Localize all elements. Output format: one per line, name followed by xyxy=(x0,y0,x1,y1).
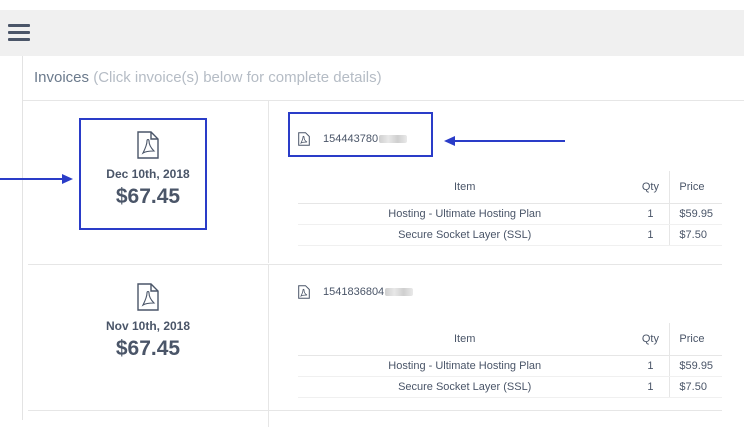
invoice-row: Nov 10th, 2018 $67.45 1541836804 Item Qt… xyxy=(28,264,722,427)
table-row: Hosting - Ultimate Hosting Plan 1 $59.95 xyxy=(298,355,722,377)
table-row: Hosting - Ultimate Hosting Plan 1 $59.95 xyxy=(298,203,722,225)
pdf-file-icon xyxy=(137,283,159,311)
item-price: $7.50 xyxy=(669,224,722,246)
panel-title-text: Invoices xyxy=(34,69,90,86)
redacted-text xyxy=(385,288,414,296)
item-price: $7.50 xyxy=(669,376,722,398)
panel-hint: (Click invoice(s) below for complete det… xyxy=(93,69,382,86)
invoice-amount: $67.45 xyxy=(115,337,181,360)
item-name: Hosting - Ultimate Hosting Plan xyxy=(298,203,632,225)
table-row: Secure Socket Layer (SSL) 1 $7.50 xyxy=(298,224,722,246)
column-header-item: Item xyxy=(298,171,632,204)
invoice-items-table: Item Qty Price Hosting - Ultimate Hostin… xyxy=(298,171,722,246)
column-header-qty: Qty xyxy=(631,323,671,356)
panel-title: Invoices (Click invoice(s) below for com… xyxy=(34,69,382,86)
table-row: Secure Socket Layer (SSL) 1 $7.50 xyxy=(298,376,722,398)
table-header-row: Item Qty Price xyxy=(298,171,722,204)
panel-header: Invoices (Click invoice(s) below for com… xyxy=(23,56,744,101)
item-qty: 1 xyxy=(631,376,671,398)
table-header-row: Item Qty Price xyxy=(298,323,722,356)
arrow-left-icon xyxy=(444,136,565,146)
invoice-number-link[interactable]: 1541836804 xyxy=(298,285,414,299)
column-header-price: Price xyxy=(669,171,722,204)
invoice-summary[interactable]: Nov 10th, 2018 $67.45 xyxy=(28,283,268,361)
invoice-date: Nov 10th, 2018 xyxy=(105,319,191,333)
item-name: Secure Socket Layer (SSL) xyxy=(298,224,632,246)
arrow-right-icon xyxy=(0,174,73,184)
hamburger-icon[interactable] xyxy=(8,24,30,42)
column-header-qty: Qty xyxy=(631,171,671,204)
pdf-file-icon xyxy=(298,285,310,299)
invoice-items-table: Item Qty Price Hosting - Ultimate Hostin… xyxy=(298,323,722,398)
invoice-summary-column: Nov 10th, 2018 $67.45 xyxy=(28,265,269,427)
item-price: $59.95 xyxy=(669,203,722,225)
top-bar xyxy=(0,0,744,10)
item-name: Secure Socket Layer (SSL) xyxy=(298,376,632,398)
highlight-box xyxy=(79,118,207,230)
header-bar xyxy=(0,10,744,56)
highlight-box xyxy=(288,112,433,157)
invoice-detail-column: 1541836804 Item Qty Price Hosting - Ulti… xyxy=(269,265,722,427)
item-name: Hosting - Ultimate Hosting Plan xyxy=(298,355,632,377)
item-price: $59.95 xyxy=(669,355,722,377)
invoice-number: 1541836804 xyxy=(323,286,385,298)
column-header-item: Item xyxy=(298,323,632,356)
item-qty: 1 xyxy=(631,355,671,377)
item-qty: 1 xyxy=(631,203,671,225)
item-qty: 1 xyxy=(631,224,671,246)
invoice-row xyxy=(28,410,722,421)
column-header-price: Price xyxy=(669,323,722,356)
